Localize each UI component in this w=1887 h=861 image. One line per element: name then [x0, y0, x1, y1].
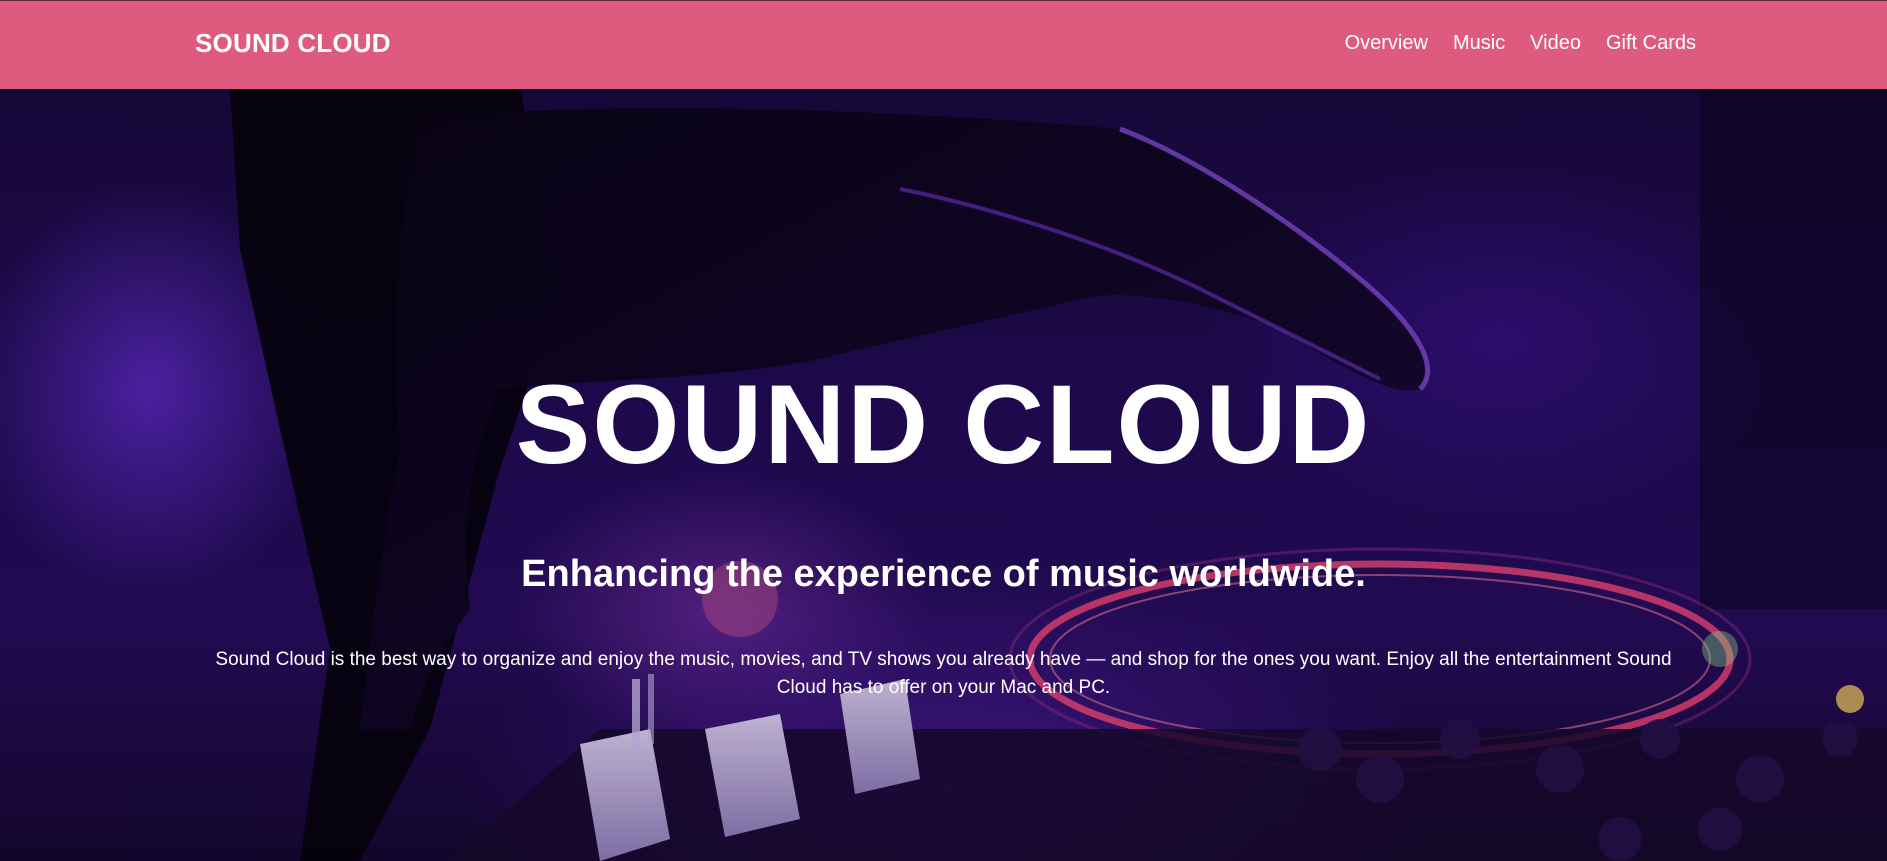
hero-section: SOUND CLOUD Enhancing the experience of … — [0, 89, 1887, 861]
hero-description: Sound Cloud is the best way to organize … — [215, 649, 1672, 698]
hero-title: SOUND CLOUD — [515, 362, 1372, 487]
nav-links: Overview Music Video Gift Cards — [1345, 32, 1696, 55]
nav-link-video[interactable]: Video — [1530, 32, 1581, 55]
brand-logo-link[interactable]: SOUND CLOUD — [195, 28, 391, 59]
hero-content: SOUND CLOUD Enhancing the experience of … — [0, 89, 1887, 861]
navbar: SOUND CLOUD Overview Music Video Gift Ca… — [0, 0, 1887, 89]
nav-link-overview[interactable]: Overview — [1345, 32, 1428, 55]
nav-link-music[interactable]: Music — [1453, 32, 1505, 55]
hero-subtitle: Enhancing the experience of music worldw… — [521, 553, 1366, 595]
nav-link-gift-cards[interactable]: Gift Cards — [1606, 32, 1696, 55]
